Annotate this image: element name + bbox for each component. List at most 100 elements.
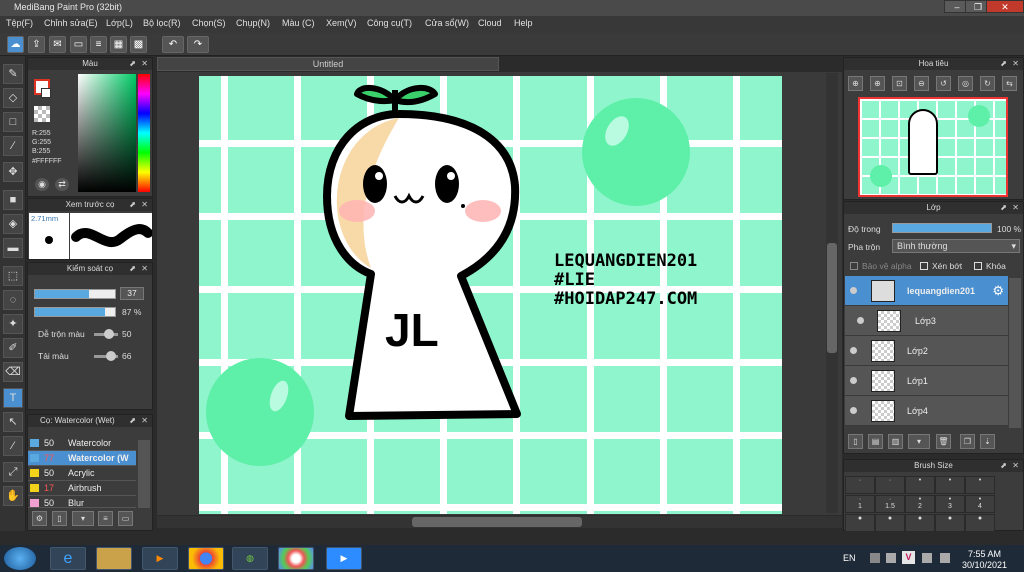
menu-capture[interactable]: Chụp(N) [236,18,270,28]
layer-row[interactable]: Lớp1 [845,366,1008,396]
tiles-icon[interactable]: ▩ [130,36,147,53]
hand-tool-icon[interactable]: ✋ [3,486,23,506]
brush-item-selected[interactable]: 77 Watercolor (W [28,451,136,466]
lock-checkbox[interactable] [974,262,982,270]
media-player-icon[interactable]: ▶ [142,547,178,570]
brush-size-value[interactable]: 37 [120,287,144,300]
new-brush-icon[interactable]: ▯ [52,511,67,526]
brush-size-preset[interactable]: • [905,476,935,494]
brush-settings-icon[interactable]: ≡ [98,511,113,526]
battery-icon[interactable] [922,553,932,563]
rectangle-tool-icon[interactable]: □ [3,112,23,132]
brush-size-preset[interactable]: · 1.5 [875,495,905,513]
network-icon[interactable] [886,553,896,563]
navigator-thumbnail[interactable] [858,97,1008,197]
layer-row[interactable]: Lớp2 [845,336,1008,366]
protect-alpha-checkbox[interactable] [850,262,858,270]
undo-icon[interactable]: ↶ [162,36,184,53]
eyedropper-icon[interactable]: ⁄ [3,436,23,456]
brush-size-preset[interactable]: ● [905,514,935,532]
transparent-swatch[interactable] [34,106,50,122]
internet-explorer-icon[interactable]: e [50,547,86,570]
layer-scrollbar[interactable] [1009,278,1021,428]
close-icon[interactable]: ✕ [141,199,148,211]
clip-checkbox[interactable] [920,262,928,270]
blend-slider[interactable] [94,329,118,339]
new-1bit-layer-icon[interactable]: ▥ [888,434,903,449]
vietkey-icon[interactable]: V [902,551,915,564]
menu-window[interactable]: Cửa sổ(W) [425,18,469,28]
folder-icon[interactable]: ▭ [118,511,133,526]
brush-item[interactable]: 50 Watercolor [28,436,136,451]
flip-icon[interactable]: ⇆ [1002,76,1017,91]
brush-tool-icon[interactable]: ✎ [3,64,23,84]
brush-size-preset[interactable]: • 4 [965,495,995,513]
blend-mode-select[interactable]: Bình thường ▾ [892,239,1020,253]
zoom-in-alt-icon[interactable]: ⊕ [870,76,885,91]
comment-icon[interactable]: ✉ [49,36,66,53]
select-pen-icon[interactable]: ✐ [3,338,23,358]
vertical-scrollbar[interactable] [826,73,838,513]
menu-color[interactable]: Màu (C) [282,18,315,28]
rotate-right-icon[interactable]: ↻ [980,76,995,91]
eye-icon[interactable] [850,407,857,414]
layer-menu-icon[interactable]: ▾ [908,434,930,449]
menu-edit[interactable]: Chỉnh sửa(E) [44,18,98,28]
eraser-tool-icon[interactable]: ◇ [3,88,23,108]
lasso-icon[interactable]: ◌ [3,290,23,310]
zoom-out-icon[interactable]: ⊖ [914,76,929,91]
menu-file[interactable]: Tệp(F) [6,18,33,28]
brush-item[interactable]: 17 Airbrush [28,481,136,496]
dropper-icon[interactable]: ⤢ [3,462,23,482]
popout-icon[interactable]: ⬈ [1000,58,1007,70]
brush-size-preset[interactable]: ● [875,514,905,532]
secondary-color-swatch[interactable] [41,88,51,98]
fill-shape-tool-icon[interactable]: ■ [3,190,23,210]
menu-tools[interactable]: Công cụ(T) [367,18,412,28]
close-button[interactable]: ✕ [986,0,1024,13]
close-icon[interactable]: ✕ [1012,202,1019,214]
redo-icon[interactable]: ↷ [187,36,209,53]
brush-size-preset[interactable]: · [845,476,875,494]
magic-wand-icon[interactable]: ✦ [3,314,23,334]
brush-size-preset[interactable]: · [875,476,905,494]
saturation-value-picker[interactable] [78,74,136,192]
hue-slider[interactable] [138,74,150,192]
operation-tool-icon[interactable]: ↖ [3,412,23,432]
tray-arrow-icon[interactable] [870,553,880,563]
file-explorer-icon[interactable] [96,547,132,570]
language-indicator[interactable]: EN [843,553,856,563]
cloud-icon[interactable]: ☁ [7,36,24,53]
brush-size-preset[interactable]: • 3 [935,495,965,513]
menu-select[interactable]: Chọn(S) [192,18,226,28]
export-icon[interactable]: ⇪ [28,36,45,53]
close-icon[interactable]: ✕ [1012,460,1019,472]
fit-icon[interactable]: ⊡ [892,76,907,91]
brush-size-preset[interactable]: ● [845,514,875,532]
close-icon[interactable]: ✕ [141,263,148,275]
close-icon[interactable]: ✕ [141,58,148,70]
close-icon[interactable]: ✕ [141,415,148,427]
bucket-tool-icon[interactable]: ◈ [3,214,23,234]
zoom-in-icon[interactable]: ⊕ [848,76,863,91]
brush-size-preset[interactable]: ● [965,514,995,532]
duplicate-layer-icon[interactable]: ❐ [960,434,975,449]
brush-size-preset[interactable]: • [935,476,965,494]
popout-icon[interactable]: ⬈ [129,58,136,70]
clock-time[interactable]: 7:55 AM [968,549,1001,559]
new-halftone-layer-icon[interactable]: ▤ [868,434,883,449]
eye-icon[interactable] [850,347,857,354]
zoom-app-icon[interactable]: ▶ [326,547,362,570]
menu-filter[interactable]: Bộ lọc(R) [143,18,181,28]
eye-icon[interactable] [850,287,857,294]
menu-view[interactable]: Xem(V) [326,18,357,28]
select-eraser-icon[interactable]: ⌫ [3,362,23,382]
brush-size-preset[interactable]: · 1 [845,495,875,513]
grid-icon[interactable]: ▦ [110,36,127,53]
menu-help[interactable]: Help [514,18,533,28]
start-button[interactable] [4,547,36,570]
popout-icon[interactable]: ⬈ [1000,202,1007,214]
document-icon[interactable]: ≡ [90,36,107,53]
artwork-canvas[interactable]: JL LEQUANGDIEN201 #LIE #HOIDAP247.COM [199,76,782,514]
volume-icon[interactable] [940,553,950,563]
